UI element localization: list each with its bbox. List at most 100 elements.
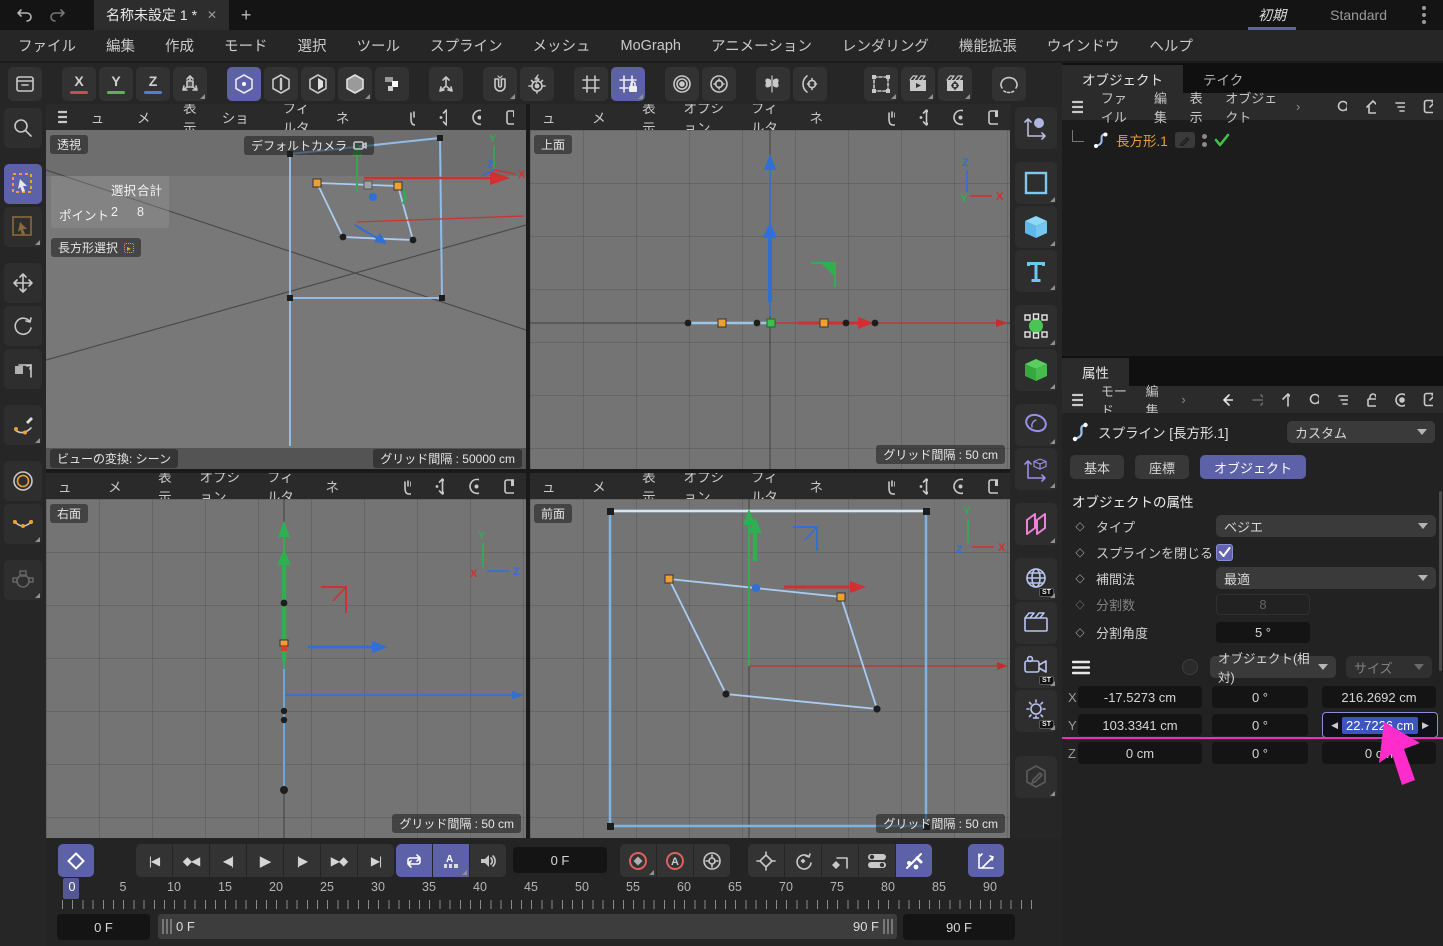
modeling-settings-button[interactable] bbox=[665, 67, 699, 101]
goto-start-button[interactable]: |◀ bbox=[136, 844, 172, 877]
preset-dropdown[interactable]: カスタム bbox=[1287, 421, 1435, 443]
close-spline-checkbox[interactable] bbox=[1216, 544, 1233, 561]
spinner-right-icon[interactable]: ▶ bbox=[1422, 720, 1429, 731]
prev-frame-button[interactable]: ◀| bbox=[210, 844, 246, 877]
spline-pen-tool[interactable] bbox=[4, 405, 42, 445]
polygons-mode-button[interactable] bbox=[301, 67, 335, 101]
key-position-button[interactable] bbox=[748, 844, 784, 877]
rectangle-select-tool[interactable] bbox=[4, 164, 42, 204]
orbit-icon[interactable] bbox=[952, 109, 963, 126]
key-scale-button[interactable] bbox=[822, 844, 858, 877]
menu-edit[interactable]: 編集 bbox=[106, 35, 135, 56]
range-end-field[interactable]: 90 F bbox=[903, 914, 1015, 940]
light-object-button[interactable]: ST bbox=[1015, 690, 1057, 732]
lock-z-axis-button[interactable]: Z bbox=[136, 67, 170, 101]
up-arrow-icon[interactable] bbox=[1281, 392, 1291, 407]
layout-tab-standard[interactable]: Standard bbox=[1330, 7, 1387, 23]
search-commands-button[interactable] bbox=[4, 108, 42, 148]
size-mode-dropdown[interactable]: サイズ bbox=[1346, 656, 1432, 678]
interactive-render-button[interactable] bbox=[992, 67, 1026, 101]
range-right-handle[interactable] bbox=[883, 919, 893, 934]
menu-help[interactable]: ヘルプ bbox=[1149, 35, 1193, 56]
angle-field[interactable]: 5 ° bbox=[1216, 622, 1310, 643]
viewport-perspective-canvas[interactable]: Y X Z 透視 デフォルトカメラ 選択合計 ポイント28 bbox=[46, 130, 526, 469]
maximize-view-icon[interactable] bbox=[503, 478, 514, 495]
menu-animation[interactable]: アニメーション bbox=[711, 35, 812, 56]
sound-button[interactable] bbox=[470, 844, 506, 877]
key-pla-button[interactable] bbox=[896, 844, 932, 877]
layout-tab-initial[interactable]: 初期 bbox=[1248, 1, 1296, 30]
orbit-icon[interactable] bbox=[952, 478, 963, 495]
external-window-icon[interactable] bbox=[1423, 99, 1433, 114]
menu-window[interactable]: ウインドウ bbox=[1047, 35, 1120, 56]
x-position-field[interactable]: -17.5273 cm bbox=[1078, 686, 1202, 708]
y-size-field-focused[interactable]: ◀ 22.7226 cm ▶ bbox=[1322, 712, 1438, 738]
object-name[interactable]: 長方形.1 bbox=[1116, 130, 1168, 150]
arc-spline-tool[interactable] bbox=[4, 504, 42, 544]
om-menu-objects[interactable]: オブジェクト bbox=[1225, 88, 1278, 126]
om-menu-overflow[interactable]: › bbox=[1296, 99, 1300, 114]
prev-key-button[interactable]: ◆◀ bbox=[173, 844, 209, 877]
viewport-perspective[interactable]: ビュー カメラ 表示 オプション フィルタ パネル bbox=[46, 104, 526, 469]
viewport-label-top[interactable]: 上面 bbox=[534, 135, 572, 154]
key-rotation-button[interactable] bbox=[785, 844, 821, 877]
new-tab-button[interactable]: + bbox=[229, 5, 263, 26]
disabled-tool[interactable] bbox=[4, 560, 42, 600]
close-tab-icon[interactable]: ✕ bbox=[207, 8, 217, 22]
render-view-button[interactable] bbox=[864, 67, 898, 101]
viewport-front[interactable]: ビュー カメラ 表示 オプション フィルタ パネル bbox=[530, 473, 1010, 838]
timeline-ruler[interactable]: 0 5 10 15 20 25 30 35 40 45 50 55 60 65 … bbox=[46, 878, 1062, 910]
target-icon[interactable] bbox=[1394, 392, 1405, 408]
next-frame-button[interactable]: |▶ bbox=[284, 844, 320, 877]
lock-y-axis-button[interactable]: Y bbox=[99, 67, 133, 101]
viewport-label-right[interactable]: 右面 bbox=[50, 504, 88, 523]
forward-arrow-icon[interactable] bbox=[1251, 393, 1263, 407]
autokey-button[interactable]: A bbox=[657, 844, 693, 877]
object-row-rectangle[interactable]: 長方形.1 bbox=[1062, 128, 1443, 152]
instance-button[interactable] bbox=[1015, 503, 1057, 545]
stage-object-button[interactable] bbox=[1015, 602, 1057, 644]
coordinate-system-button[interactable] bbox=[173, 67, 207, 101]
save-project-button[interactable] bbox=[8, 67, 42, 101]
keying-settings-button[interactable] bbox=[694, 844, 730, 877]
filter-icon[interactable] bbox=[1337, 393, 1348, 407]
menu-spline[interactable]: スプライン bbox=[430, 35, 503, 56]
render-settings-button[interactable] bbox=[938, 67, 972, 101]
om-menu-file[interactable]: ファイル bbox=[1101, 88, 1136, 126]
cube-primitive-button[interactable] bbox=[1015, 206, 1057, 248]
z-position-field[interactable]: 0 cm bbox=[1078, 742, 1202, 764]
back-arrow-icon[interactable] bbox=[1222, 393, 1234, 407]
edges-mode-button[interactable] bbox=[264, 67, 298, 101]
z-rotation-field[interactable]: 0 ° bbox=[1212, 742, 1308, 764]
viewport-top-canvas[interactable]: Z X Y 上面 グリッド間隔 : 50 cm bbox=[530, 130, 1010, 469]
play-button[interactable]: ▶ bbox=[247, 844, 283, 877]
menu-extensions[interactable]: 機能拡張 bbox=[959, 35, 1017, 56]
pan-hand-icon[interactable] bbox=[884, 478, 895, 495]
axis-mode-button[interactable] bbox=[375, 67, 409, 101]
menu-mograph[interactable]: MoGraph bbox=[621, 38, 681, 54]
menu-file[interactable]: ファイル bbox=[18, 35, 76, 56]
viewport-label-front[interactable]: 前面 bbox=[534, 504, 572, 523]
dolly-icon[interactable] bbox=[435, 478, 445, 495]
volume-builder-button[interactable] bbox=[1015, 349, 1057, 391]
dolly-icon[interactable] bbox=[439, 109, 447, 126]
pan-hand-icon[interactable] bbox=[400, 478, 411, 495]
timeline-window-button[interactable] bbox=[968, 844, 1004, 877]
range-left-handle[interactable] bbox=[162, 919, 172, 934]
scale-tool[interactable] bbox=[4, 349, 42, 389]
attr-tab-basic[interactable]: 基本 bbox=[1070, 455, 1124, 479]
y-position-field[interactable]: 103.3341 cm bbox=[1078, 714, 1202, 736]
poly-select-tool[interactable] bbox=[4, 207, 42, 247]
om-menu-edit[interactable]: 編集 bbox=[1154, 88, 1172, 126]
external-window-icon[interactable] bbox=[1423, 392, 1433, 407]
range-start-field[interactable]: 0 F bbox=[57, 914, 150, 940]
y-size-selected-text[interactable]: 22.7226 cm bbox=[1342, 717, 1418, 734]
sky-object-button[interactable]: ST bbox=[1015, 558, 1057, 600]
x-rotation-field[interactable]: 0 ° bbox=[1212, 686, 1308, 708]
undo-icon[interactable] bbox=[14, 6, 34, 24]
preview-range-bar[interactable]: 0 F 90 F bbox=[158, 914, 897, 939]
rotate-tool[interactable] bbox=[4, 306, 42, 346]
snap-settings-button[interactable] bbox=[520, 67, 554, 101]
filter-icon[interactable] bbox=[1394, 100, 1405, 114]
redo-icon[interactable] bbox=[48, 6, 68, 24]
